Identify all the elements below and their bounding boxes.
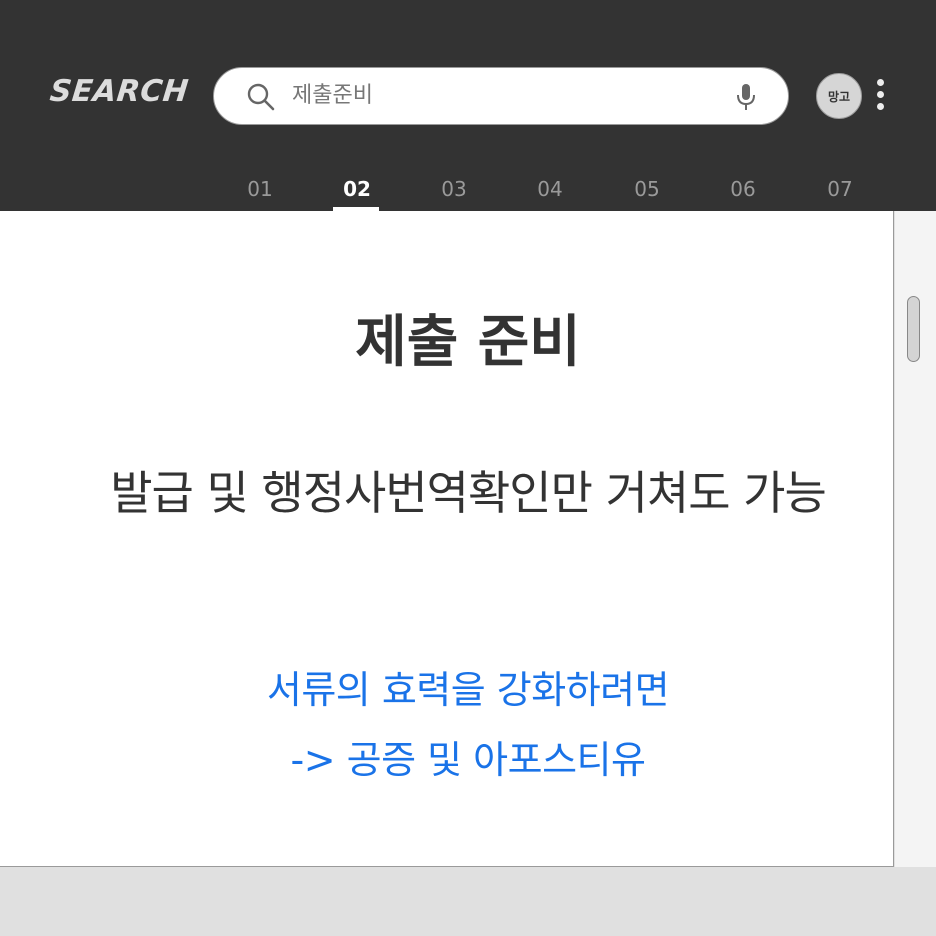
microphone-icon[interactable] <box>735 82 757 112</box>
top-bar: SEARCH 망고 01 02 03 04 05 06 07 <box>0 0 936 211</box>
search-icon[interactable] <box>246 82 276 112</box>
vertical-scrollbar[interactable] <box>895 211 936 867</box>
tab-05[interactable]: 05 <box>599 168 695 211</box>
search-logo[interactable]: SEARCH <box>48 74 190 109</box>
search-input[interactable] <box>292 76 712 116</box>
avatar[interactable]: 망고 <box>816 73 862 119</box>
tab-01[interactable]: 01 <box>212 168 308 211</box>
more-options-icon[interactable] <box>874 79 886 113</box>
content-panel: 제출 준비 발급 및 행정사번역확인만 거쳐도 가능 서류의 효력을 강화하려면… <box>0 211 894 867</box>
tab-02[interactable]: 02 <box>309 168 405 211</box>
tab-03[interactable]: 03 <box>406 168 502 211</box>
highlight-line-1: 서류의 효력을 강화하려면 <box>266 668 670 712</box>
highlight-line-2: -> 공증 및 아포스티유 <box>290 738 646 782</box>
page-tabs: 01 02 03 04 05 06 07 <box>212 168 888 211</box>
tab-06[interactable]: 06 <box>695 168 791 211</box>
page-subtitle: 발급 및 행정사번역확인만 거쳐도 가능 <box>110 466 827 520</box>
tab-07[interactable]: 07 <box>792 168 888 211</box>
bottom-bar <box>0 868 936 936</box>
search-bar[interactable] <box>213 67 789 125</box>
tab-04[interactable]: 04 <box>502 168 598 211</box>
page-title: 제출 준비 <box>355 310 581 375</box>
scrollbar-thumb[interactable] <box>907 296 920 362</box>
